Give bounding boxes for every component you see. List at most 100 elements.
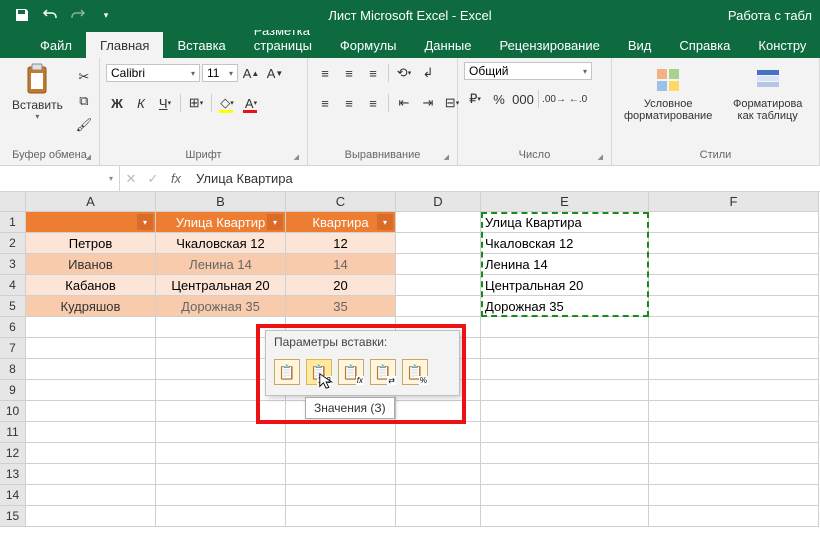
cell[interactable]: Кудряшов (26, 296, 156, 317)
paste-transpose-icon[interactable]: 📋⇄ (370, 359, 396, 385)
cell[interactable] (26, 422, 156, 443)
qat-customize-icon[interactable]: ▾ (96, 5, 116, 25)
column-header[interactable]: D (396, 192, 481, 212)
comma-format-icon[interactable]: 000 (512, 88, 534, 110)
decrease-decimal-icon[interactable]: ←.0 (567, 88, 589, 110)
cell[interactable] (481, 359, 649, 380)
cell[interactable] (396, 401, 481, 422)
cell[interactable] (481, 443, 649, 464)
cell[interactable] (396, 275, 481, 296)
decrease-font-icon[interactable]: A▼ (264, 62, 286, 84)
column-header[interactable]: A (26, 192, 156, 212)
row-header[interactable]: 6 (0, 317, 26, 338)
cell[interactable] (156, 464, 286, 485)
underline-icon[interactable]: Ч▾ (154, 92, 176, 114)
row-header[interactable]: 12 (0, 443, 26, 464)
cell[interactable] (26, 401, 156, 422)
cell[interactable] (156, 443, 286, 464)
align-center-icon[interactable]: ≡ (338, 92, 360, 114)
format-as-table-button[interactable]: Форматирова как таблицу (722, 62, 813, 124)
cell[interactable] (649, 254, 819, 275)
cell[interactable] (26, 506, 156, 527)
cell[interactable] (286, 506, 396, 527)
cell[interactable]: Дорожная 35 (481, 296, 649, 317)
row-header[interactable]: 1 (0, 212, 26, 233)
cell[interactable] (286, 464, 396, 485)
tab-data[interactable]: Данные (411, 32, 486, 58)
column-header[interactable]: F (649, 192, 819, 212)
cell[interactable]: Центральная 20 (481, 275, 649, 296)
font-size-combo[interactable]: 11▾ (202, 64, 238, 82)
row-header[interactable]: 2 (0, 233, 26, 254)
tab-view[interactable]: Вид (614, 32, 666, 58)
cell[interactable] (26, 464, 156, 485)
cell[interactable] (649, 233, 819, 254)
table-header-cell[interactable]: ▾ (26, 212, 156, 233)
increase-font-icon[interactable]: A▲ (240, 62, 262, 84)
cell[interactable] (649, 317, 819, 338)
cell[interactable]: Центральная 20 (156, 275, 286, 296)
paste-all-icon[interactable]: 📋 (274, 359, 300, 385)
cut-icon[interactable]: ✂ (73, 66, 95, 88)
cell[interactable] (286, 422, 396, 443)
cell[interactable] (156, 422, 286, 443)
cell[interactable] (649, 401, 819, 422)
tab-review[interactable]: Рецензирование (485, 32, 613, 58)
copy-icon[interactable]: ⧉ (73, 90, 95, 112)
align-right-icon[interactable]: ≡ (362, 92, 384, 114)
cell[interactable]: Чкаловская 12 (481, 233, 649, 254)
cell[interactable] (649, 485, 819, 506)
borders-icon[interactable]: ⊞▾ (185, 92, 207, 114)
font-color-icon[interactable]: A▾ (240, 92, 262, 114)
tab-file[interactable]: Файл (26, 32, 86, 58)
wrap-text-icon[interactable]: ↲ (417, 62, 439, 84)
row-header[interactable]: 3 (0, 254, 26, 275)
cell[interactable]: Кабанов (26, 275, 156, 296)
cell[interactable] (649, 338, 819, 359)
cell[interactable] (481, 422, 649, 443)
fx-icon[interactable]: fx (164, 171, 188, 186)
column-header[interactable]: C (286, 192, 396, 212)
cell[interactable] (649, 296, 819, 317)
table-header-cell[interactable]: Улица Квартир▾ (156, 212, 286, 233)
cell[interactable]: Улица Квартира (481, 212, 649, 233)
cell[interactable]: Чкаловская 12 (156, 233, 286, 254)
bold-icon[interactable]: Ж (106, 92, 128, 114)
paste-formulas-icon[interactable]: 📋fx (338, 359, 364, 385)
align-middle-icon[interactable]: ≡ (338, 62, 360, 84)
paste-formatting-icon[interactable]: 📋% (402, 359, 428, 385)
tab-formulas[interactable]: Формулы (326, 32, 411, 58)
format-painter-icon[interactable]: 🖌 (73, 114, 95, 136)
row-header[interactable]: 9 (0, 380, 26, 401)
table-header-cell[interactable]: Квартира▾ (286, 212, 396, 233)
cell[interactable] (396, 254, 481, 275)
align-bottom-icon[interactable]: ≡ (362, 62, 384, 84)
row-header[interactable]: 15 (0, 506, 26, 527)
number-format-combo[interactable]: Общий▾ (464, 62, 592, 80)
cell[interactable] (481, 485, 649, 506)
row-header[interactable]: 10 (0, 401, 26, 422)
align-left-icon[interactable]: ≡ (314, 92, 336, 114)
row-header[interactable]: 13 (0, 464, 26, 485)
increase-indent-icon[interactable]: ⇥ (417, 92, 439, 114)
cell[interactable] (396, 296, 481, 317)
cell[interactable] (396, 422, 481, 443)
name-box[interactable]: ▾ (0, 166, 120, 191)
cell[interactable] (156, 485, 286, 506)
cell[interactable] (481, 464, 649, 485)
fill-color-icon[interactable]: ◇▾ (216, 92, 238, 114)
column-header[interactable]: B (156, 192, 286, 212)
cell[interactable]: 12 (286, 233, 396, 254)
cell[interactable]: 20 (286, 275, 396, 296)
cell[interactable] (286, 485, 396, 506)
cell[interactable]: Дорожная 35 (156, 296, 286, 317)
cell[interactable] (649, 506, 819, 527)
formula-input[interactable]: Улица Квартира (188, 171, 820, 186)
percent-format-icon[interactable]: % (488, 88, 510, 110)
cell[interactable]: Ленина 14 (481, 254, 649, 275)
row-header[interactable]: 7 (0, 338, 26, 359)
row-header[interactable]: 8 (0, 359, 26, 380)
select-all-corner[interactable] (0, 192, 26, 212)
paste-button[interactable]: Вставить ▾ (6, 62, 69, 123)
align-top-icon[interactable]: ≡ (314, 62, 336, 84)
